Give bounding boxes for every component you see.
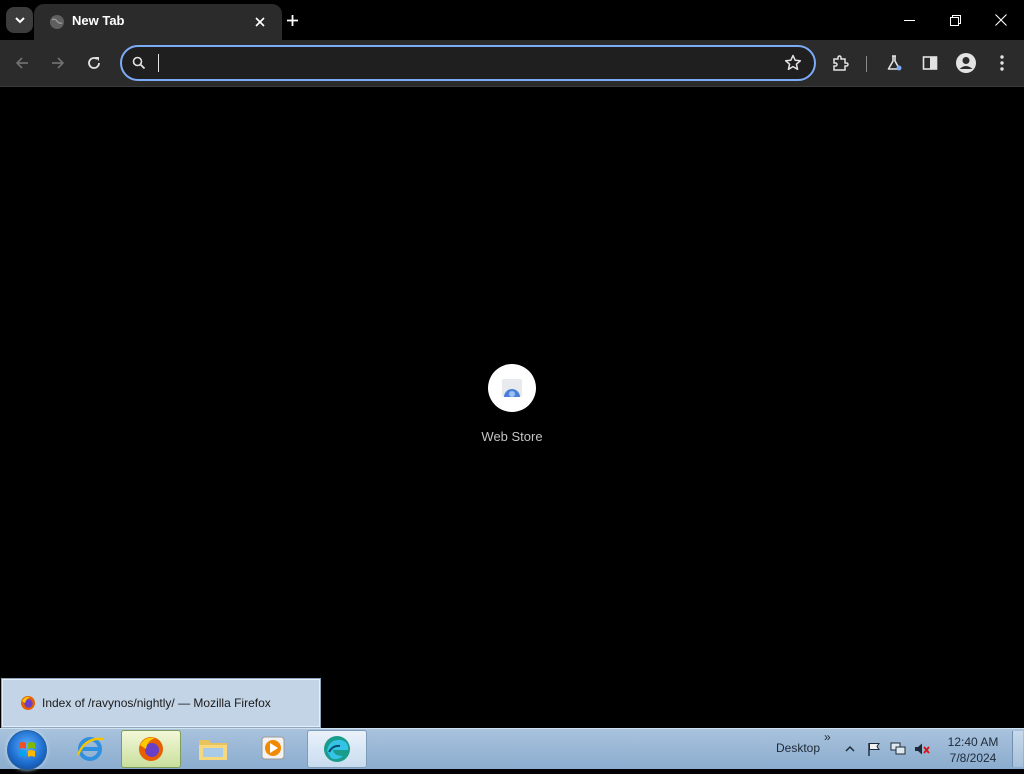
side-panel-icon — [922, 56, 938, 70]
address-input[interactable] — [156, 51, 770, 77]
search-icon — [132, 56, 146, 70]
shortcut-tile — [488, 364, 536, 412]
start-button[interactable] — [7, 730, 47, 770]
media-player-icon — [261, 736, 285, 760]
menu-button[interactable] — [988, 49, 1016, 77]
toolbar-divider — [866, 56, 867, 72]
close-window-button[interactable] — [978, 0, 1024, 40]
flask-icon — [887, 55, 902, 71]
plus-icon — [286, 14, 298, 26]
forward-button[interactable] — [44, 49, 72, 77]
avatar-icon — [956, 53, 976, 73]
profile-button[interactable] — [952, 49, 980, 77]
flag-icon[interactable] — [866, 742, 882, 756]
windows-taskbar: Desktop » 12:40 AM 7/8/2024 — [0, 728, 1024, 770]
taskbar-file-explorer[interactable] — [184, 730, 242, 766]
taskbar-media-player[interactable] — [244, 730, 302, 766]
windows-logo-icon — [19, 742, 35, 757]
back-button[interactable] — [8, 49, 36, 77]
tab-search-button[interactable] — [6, 7, 33, 33]
network-icon[interactable] — [890, 742, 906, 756]
address-bar[interactable] — [120, 45, 816, 81]
toolbar-overflow-chevron[interactable]: » — [824, 730, 831, 744]
system-clock[interactable]: 12:40 AM 7/8/2024 — [944, 734, 1002, 766]
new-tab-page: Web Store — [0, 87, 1024, 728]
taskbar-thumbnail-preview[interactable]: Index of /ravynos/nightly/ — Mozilla Fir… — [1, 678, 321, 728]
volume-muted-icon[interactable] — [914, 742, 930, 756]
arrow-right-icon — [52, 57, 65, 69]
file-explorer-icon — [199, 740, 227, 760]
web-store-icon — [502, 379, 522, 397]
close-icon — [255, 17, 265, 27]
reload-button[interactable] — [80, 49, 108, 77]
puzzle-icon — [833, 55, 849, 71]
shortcut-label: Web Store — [481, 429, 543, 444]
restore-button[interactable] — [932, 0, 978, 40]
tab-close-button[interactable] — [252, 14, 268, 30]
internet-explorer-icon — [76, 737, 104, 761]
bookmark-star-icon[interactable] — [784, 54, 802, 72]
minimize-icon — [903, 19, 915, 21]
labs-button[interactable] — [880, 49, 908, 77]
clock-time: 12:40 AM — [947, 735, 999, 749]
taskbar-edge[interactable] — [307, 730, 367, 768]
taskbar-firefox[interactable] — [121, 730, 181, 768]
restore-icon — [949, 14, 961, 26]
tray-expand-icon[interactable] — [845, 745, 855, 753]
firefox-icon — [139, 737, 163, 761]
tab-new-tab[interactable]: New Tab — [34, 4, 282, 40]
globe-icon — [50, 15, 64, 29]
minimize-button[interactable] — [886, 0, 932, 40]
tab-title: New Tab — [72, 13, 125, 28]
new-tab-button[interactable] — [281, 9, 303, 31]
side-panel-button[interactable] — [916, 49, 944, 77]
clock-date: 7/8/2024 — [949, 751, 997, 765]
arrow-left-icon — [15, 57, 28, 69]
thumbnail-title: Index of /ravynos/nightly/ — Mozilla Fir… — [42, 696, 271, 710]
taskbar-internet-explorer[interactable] — [61, 730, 119, 766]
close-icon — [995, 14, 1007, 26]
browser-toolbar — [0, 40, 1024, 86]
text-caret — [158, 54, 159, 72]
more-vert-icon — [1000, 55, 1004, 71]
show-desktop-button[interactable] — [1012, 731, 1023, 767]
reload-icon — [88, 57, 100, 69]
extensions-button[interactable] — [826, 49, 854, 77]
chevron-down-icon — [14, 17, 25, 24]
desktop-toolbar-label[interactable]: Desktop — [776, 741, 820, 755]
title-bar: New Tab — [0, 0, 1024, 40]
shortcut-web-store[interactable]: Web Store — [472, 363, 552, 453]
edge-icon — [324, 736, 350, 762]
firefox-icon — [21, 696, 35, 710]
